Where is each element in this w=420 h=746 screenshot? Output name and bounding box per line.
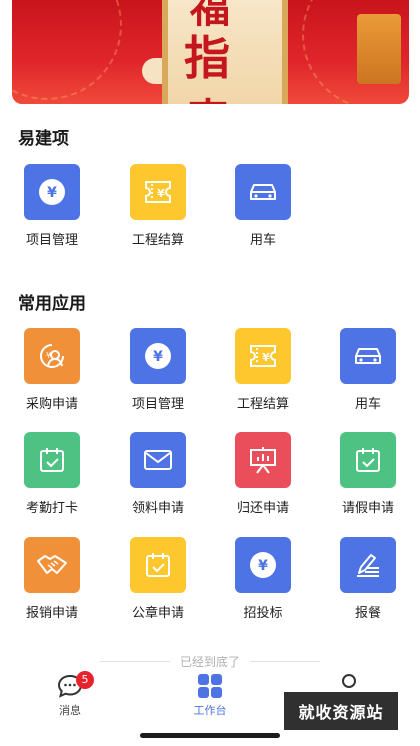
yen-icon: ¥ <box>130 328 186 384</box>
app-item-meal-order[interactable]: 报餐 <box>318 537 418 621</box>
app-item-settlement[interactable]: ¥ 工程结算 <box>213 328 313 412</box>
app-item-vehicle[interactable]: 用车 <box>213 164 313 248</box>
app-item-attendance[interactable]: 考勤打卡 <box>2 432 102 516</box>
svg-text:¥: ¥ <box>47 185 57 201</box>
car-icon <box>235 164 291 220</box>
svg-text:¥: ¥ <box>157 187 165 200</box>
app-item-seal-request[interactable]: 公章申请 <box>108 537 208 621</box>
tab-messages[interactable]: 5 消息 <box>30 671 110 718</box>
banner-char: 南 <box>188 86 230 104</box>
app-item-label: 公章申请 <box>131 606 184 621</box>
app-item-purchase-request[interactable]: ¥ 采购申请 <box>2 328 102 412</box>
app-item-label: 工程结算 <box>131 233 184 248</box>
ticket-yen-icon: ¥ <box>235 328 291 384</box>
svg-text:¥: ¥ <box>153 349 163 365</box>
home-indicator <box>140 733 280 738</box>
calendar-check-icon <box>340 432 396 488</box>
app-item-label: 报销申请 <box>25 606 78 621</box>
watermark: 就收资源站 <box>284 692 398 730</box>
app-item-label: 项目管理 <box>131 397 184 412</box>
app-item-project-management[interactable]: ¥ 项目管理 <box>108 328 208 412</box>
app-item-label: 采购申请 <box>25 397 78 412</box>
banner-pattern <box>12 0 122 100</box>
app-item-label: 归还申请 <box>236 501 289 516</box>
promo-banner[interactable]: 福 指 南 <box>12 0 409 104</box>
app-item-reimbursement[interactable]: 报销申请 <box>2 537 102 621</box>
app-item-label: 用车 <box>354 397 381 412</box>
ticket-yen-icon: ¥ <box>130 164 186 220</box>
app-item-bidding[interactable]: ¥ 招投标 <box>213 537 313 621</box>
handshake-icon <box>24 537 80 593</box>
pen-lines-icon <box>340 537 396 593</box>
app-item-project-management[interactable]: ¥ 项目管理 <box>2 164 102 248</box>
presentation-icon <box>235 432 291 488</box>
calendar-check-icon <box>130 537 186 593</box>
svg-text:¥: ¥ <box>258 558 268 574</box>
calendar-check-icon <box>24 432 80 488</box>
envelope-icon <box>130 432 186 488</box>
yen-icon: ¥ <box>24 164 80 220</box>
app-item-label: 请假申请 <box>341 501 394 516</box>
purchase-person-icon: ¥ <box>24 328 80 384</box>
app-item-vehicle[interactable]: 用车 <box>318 328 418 412</box>
unread-badge: 5 <box>76 671 94 689</box>
profile-icon[interactable] <box>342 674 356 688</box>
gold-decoration <box>357 14 401 84</box>
svg-text:¥: ¥ <box>46 351 51 360</box>
app-item-leave-request[interactable]: 请假申请 <box>318 432 418 516</box>
app-item-label: 用车 <box>249 233 276 248</box>
svg-text:¥: ¥ <box>262 351 270 364</box>
yen-icon: ¥ <box>235 537 291 593</box>
app-item-label: 项目管理 <box>25 233 78 248</box>
app-item-label: 考勤打卡 <box>25 501 78 516</box>
app-item-label: 招投标 <box>243 606 283 621</box>
app-item-return-request[interactable]: 归还申请 <box>213 432 313 516</box>
tab-workbench[interactable]: 工作台 <box>170 674 250 718</box>
banner-char: 指 <box>184 31 232 85</box>
app-item-label: 工程结算 <box>236 397 289 412</box>
section-title-common-apps: 常用应用 <box>18 294 86 314</box>
app-item-settlement[interactable]: ¥ 工程结算 <box>108 164 208 248</box>
section-title-easy-build: 易建项 <box>18 129 69 149</box>
tab-label: 工作台 <box>193 704 227 717</box>
tab-label: 消息 <box>59 704 81 717</box>
grid-icon <box>197 674 223 698</box>
app-item-label: 报餐 <box>354 606 381 621</box>
car-icon <box>340 328 396 384</box>
app-item-material-request[interactable]: 领料申请 <box>108 432 208 516</box>
app-item-label: 领料申请 <box>131 501 184 516</box>
